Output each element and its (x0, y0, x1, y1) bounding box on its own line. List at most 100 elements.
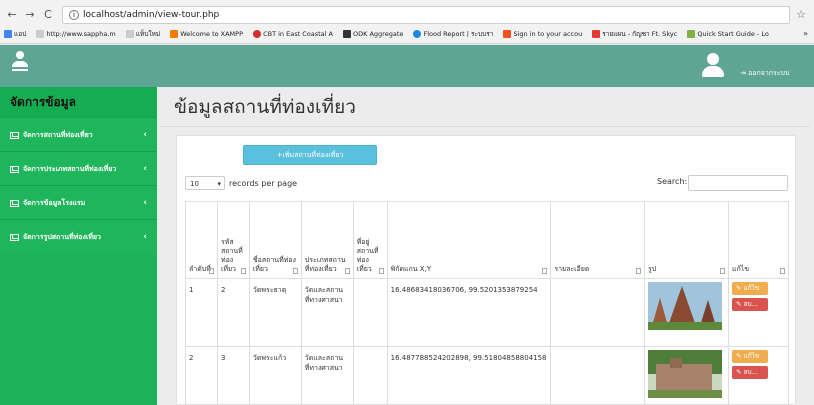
back-icon[interactable]: ← (4, 6, 20, 24)
bookmark-item[interactable]: http://www.sappha.m (36, 27, 116, 41)
content-panel: +เพิ่มสถานที่ท่องเที่ยว 10 records per pa… (176, 135, 796, 405)
sidebar-item-place-photos[interactable]: จัดการรูปสถานที่ท่องเที่ยว ‹ (0, 219, 157, 253)
column-header-type[interactable]: ประเภทสถานที่ท่องเที่ยว (300, 201, 354, 279)
edit-button[interactable]: ✎ แก้ไข (732, 350, 769, 363)
edit-button[interactable]: ✎ แก้ไข (732, 282, 769, 295)
forward-icon[interactable]: → (22, 6, 38, 24)
cell-address (352, 278, 388, 347)
chevron-left-icon: ‹ (143, 232, 147, 242)
edit-icon: ✎ (736, 300, 744, 308)
edit-icon: ✎ (736, 368, 744, 376)
table-row: 1 2 วัดพระธาตุ วัดและสถานที่ทางศาสนา 16.… (185, 278, 789, 347)
temple-ruins-photo (648, 350, 723, 398)
chart-icon (10, 233, 19, 241)
sidebar-item-tourist-places[interactable]: จัดการสถานที่ท่องเที่ยว ‹ (0, 117, 157, 151)
column-header-name[interactable]: ชื่อสถานที่ท่องเที่ยว (248, 201, 302, 279)
sidebar-item-place-types[interactable]: จัดการประเภทสถานที่ท่องเที่ยว ‹ (0, 151, 157, 185)
bookmark-item[interactable]: Welcome to XAMPP (170, 27, 243, 41)
places-table: ลำดับที่ รหัสสถานที่ท่องเที่ยว ชื่อสถานท… (185, 201, 789, 405)
sort-icon (636, 268, 642, 274)
browser-chrome: ← → C i localhost/admin/view-tour.php ☆ แ… (0, 0, 814, 44)
delete-button[interactable]: ✎ ลบ... (732, 366, 769, 379)
cell-image (644, 346, 730, 405)
sort-icon (292, 268, 298, 274)
column-header-image[interactable]: รูป (644, 201, 730, 279)
page-title: ข้อมูลสถานที่ท่องเที่ยว (174, 96, 356, 118)
page-length-select[interactable]: 10 (185, 176, 225, 191)
cell-detail (550, 346, 646, 405)
site-icon (253, 30, 262, 38)
cell-actions: ✎ แก้ไข ✎ ลบ... (728, 278, 789, 347)
bookmark-item[interactable]: Quick Start Guide - Lo (687, 27, 769, 41)
bookmark-item[interactable]: แอป (4, 27, 26, 41)
column-header-coords[interactable]: พิกัดแกน X,Y (386, 201, 552, 279)
sort-icon (720, 268, 726, 274)
bookmark-item[interactable]: รายแผน - กัญชา Ft. Skyc (592, 27, 677, 41)
sort-icon (378, 268, 384, 274)
avatar-icon[interactable] (702, 53, 724, 77)
info-icon[interactable]: i (69, 9, 79, 20)
logout-link[interactable]: ⇥ ออกจากระบบ (740, 68, 789, 79)
bookmark-item[interactable]: แท็บใหม่ (125, 27, 160, 41)
search-label: Search: (657, 177, 688, 186)
column-header-no[interactable]: ลำดับที่ (185, 201, 218, 279)
guide-icon (687, 30, 696, 38)
column-header-detail[interactable]: รายละเอียด (550, 201, 646, 279)
cell-image (644, 278, 730, 347)
bookmarks-bar: แอป http://www.sappha.m แท็บใหม่ Welcome… (4, 27, 810, 41)
cell-actions: ✎ แก้ไข ✎ ลบ... (728, 346, 789, 405)
cell-name: วัดพระธาตุ (248, 278, 302, 347)
youtube-icon (592, 30, 601, 38)
edit-icon: ✎ (736, 352, 744, 360)
sidebar: จัดการข้อมูล จัดการสถานที่ท่องเที่ยว ‹ จั… (0, 87, 157, 405)
sort-icon (780, 268, 785, 274)
chart-icon (10, 199, 19, 207)
chart-icon (10, 165, 19, 173)
page-icon (125, 30, 134, 38)
chevron-left-icon: ‹ (143, 198, 147, 208)
sidebar-item-hotels[interactable]: จัดการข้อมูลโรงแรม ‹ (0, 185, 157, 219)
table-row: 2 3 วัดพระแก้ว วัดและสถานที่ทางศาสนา 16.… (185, 346, 789, 405)
bookmark-star-icon[interactable]: ☆ (796, 6, 806, 24)
cell-coords: 16.487788524202898, 99.51804858804158 (386, 346, 552, 405)
odk-icon (343, 30, 352, 38)
add-place-button[interactable]: +เพิ่มสถานที่ท่องเที่ยว (243, 145, 377, 165)
column-header-edit[interactable]: แก้ไข (728, 201, 789, 279)
chevron-left-icon: ‹ (143, 130, 147, 140)
cell-code: 3 (216, 346, 250, 405)
bookmark-item[interactable]: Sign in to your accou (503, 27, 582, 41)
chevron-left-icon: ‹ (143, 164, 147, 174)
bookmark-item[interactable]: Flood Report | ระบบรา (413, 27, 493, 41)
bookmark-item[interactable]: CBT in East Coastal A (253, 27, 333, 41)
edit-icon: ✎ (736, 284, 744, 292)
temple-ruins-photo (648, 282, 723, 330)
sort-icon (344, 268, 350, 274)
sidebar-title: จัดการข้อมูล (0, 87, 157, 117)
cell-type: วัดและสถานที่ทางศาสนา (300, 278, 354, 347)
cell-no: 2 (185, 346, 218, 405)
url-text: localhost/admin/view-tour.php (83, 10, 220, 20)
flood-icon (413, 30, 422, 38)
cell-code: 2 (216, 278, 250, 347)
cell-no: 1 (185, 278, 218, 347)
divider (160, 126, 810, 127)
xampp-icon (170, 30, 179, 38)
address-bar[interactable]: i localhost/admin/view-tour.php (62, 6, 790, 24)
bookmark-item[interactable]: ODK Aggregate (343, 27, 403, 41)
reload-icon[interactable]: C (40, 6, 56, 24)
apps-icon (4, 30, 12, 38)
records-label: records per page (229, 179, 298, 188)
microsoft-icon (503, 30, 512, 38)
cell-name: วัดพระแก้ว (248, 346, 302, 405)
chart-icon (10, 131, 19, 139)
table-header-row: ลำดับที่ รหัสสถานที่ท่องเที่ยว ชื่อสถานท… (185, 201, 789, 279)
cell-type: วัดและสถานที่ทางศาสนา (300, 346, 354, 405)
more-bookmarks[interactable]: » (803, 27, 808, 41)
search-input[interactable] (688, 175, 788, 191)
column-header-code[interactable]: รหัสสถานที่ท่องเที่ยว (216, 201, 250, 279)
delete-button[interactable]: ✎ ลบ... (732, 298, 769, 311)
cell-detail (550, 278, 646, 347)
page-icon (36, 30, 45, 38)
column-header-address[interactable]: ที่อยู่สถานที่ท่องเที่ยว (352, 201, 388, 279)
sort-icon (542, 268, 548, 274)
